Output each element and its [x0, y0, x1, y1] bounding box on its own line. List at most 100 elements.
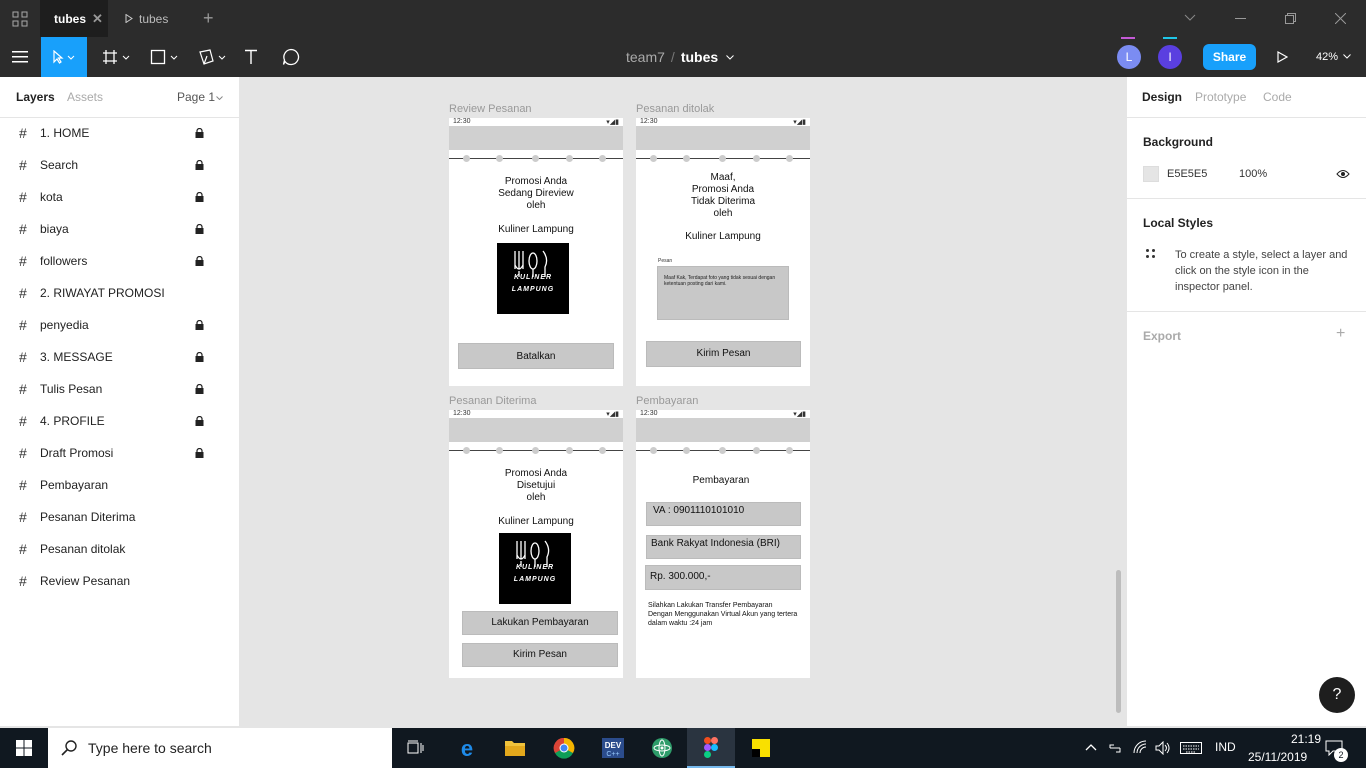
kirim-pesan-button[interactable]: Kirim Pesan: [646, 341, 801, 367]
minimize-icon[interactable]: [1235, 18, 1246, 20]
taskbar-app-devc[interactable]: DEV C++: [589, 728, 637, 768]
bank-field[interactable]: Bank Rakyat Indonesia (BRI): [646, 535, 801, 559]
file-name[interactable]: tubes: [681, 49, 718, 65]
layer-row[interactable]: # followers: [0, 245, 240, 277]
tab-prototype[interactable]: Prototype: [1195, 90, 1246, 104]
pesan-textarea[interactable]: Maaf Kak, Terdapat foto yang tidak sesua…: [657, 266, 789, 320]
add-export-icon[interactable]: +: [1336, 325, 1345, 343]
clock-date[interactable]: 25/11/2019: [1248, 750, 1307, 764]
main-menu-button[interactable]: [0, 37, 40, 77]
frame-pembayaran[interactable]: 12:30 ▾◢▮ Pembayaran VA : 0901110101010 B…: [636, 410, 810, 678]
layer-row[interactable]: #4. PROFILE: [0, 405, 240, 437]
layer-row[interactable]: #1. HOME: [0, 117, 240, 149]
lock-icon[interactable]: [195, 383, 204, 394]
taskbar-app-sticky-notes[interactable]: [737, 728, 785, 768]
layer-row[interactable]: # Pesanan Diterima: [0, 501, 240, 533]
tab-code[interactable]: Code: [1263, 90, 1292, 104]
lock-icon[interactable]: [195, 191, 204, 202]
present-play-icon[interactable]: [1277, 51, 1288, 63]
restore-icon[interactable]: [1285, 13, 1296, 24]
shape-tool-button[interactable]: [142, 37, 188, 77]
layer-row[interactable]: #2. RIWAYAT PROMOSI: [0, 277, 240, 309]
keyboard-icon[interactable]: [1180, 742, 1202, 754]
lock-icon[interactable]: [195, 415, 204, 426]
chevron-down-icon[interactable]: [1343, 54, 1351, 59]
layer-row[interactable]: # Search: [0, 149, 240, 181]
layer-row[interactable]: # biaya: [0, 213, 240, 245]
frame-label-review-pesanan[interactable]: Review Pesanan: [449, 103, 532, 115]
team-name[interactable]: team7: [626, 49, 665, 65]
notification-count-badge[interactable]: 2: [1334, 748, 1348, 762]
frame-pesanan-ditolak[interactable]: 12:30 ▾◢▮ Maaf, Promosi Anda Tidak Diteri…: [636, 118, 810, 386]
close-tab-icon[interactable]: ✕: [92, 11, 103, 27]
tab-layers[interactable]: Layers: [16, 90, 55, 104]
input-language[interactable]: IND: [1215, 740, 1236, 754]
taskbar-app-edge[interactable]: e: [443, 728, 491, 768]
clock-time[interactable]: 21:19: [1291, 732, 1321, 746]
taskbar-app-file-explorer[interactable]: [491, 728, 539, 768]
lakukan-pembayaran-button[interactable]: Lakukan Pembayaran: [462, 611, 618, 635]
canvas[interactable]: Review Pesanan 12:30 ▾◢▮ Promosi Anda Sed…: [241, 77, 1126, 726]
lock-icon[interactable]: [195, 255, 204, 266]
share-button[interactable]: Share: [1203, 44, 1256, 70]
layer-row[interactable]: # Review Pesanan: [0, 565, 240, 597]
chevron-down-icon[interactable]: [1184, 14, 1196, 22]
background-color-swatch[interactable]: [1143, 166, 1159, 182]
layer-row[interactable]: # Pembayaran: [0, 469, 240, 501]
frame-label-pesanan-ditolak[interactable]: Pesanan ditolak: [636, 103, 714, 115]
avatar[interactable]: I: [1158, 45, 1182, 69]
tab-tubes-prototype[interactable]: tubes: [120, 0, 192, 37]
page-selector[interactable]: Page 1: [177, 90, 215, 104]
background-opacity-input[interactable]: 100%: [1239, 168, 1267, 180]
amount-field[interactable]: Rp. 300.000,-: [645, 565, 801, 590]
frame-label-pesanan-diterima[interactable]: Pesanan Diterima: [449, 395, 536, 407]
tab-design[interactable]: Design: [1142, 90, 1182, 104]
layer-row[interactable]: #3. MESSAGE: [0, 341, 240, 373]
layer-row[interactable]: # Pesanan ditolak: [0, 533, 240, 565]
wifi-icon[interactable]: [1133, 740, 1149, 754]
tab-assets[interactable]: Assets: [67, 90, 103, 104]
lock-icon[interactable]: [195, 159, 204, 170]
lock-icon[interactable]: [195, 319, 204, 330]
canvas-scrollbar[interactable]: [1116, 570, 1121, 713]
background-hex-input[interactable]: E5E5E5: [1167, 168, 1207, 180]
status-icons: ▾◢▮: [793, 411, 806, 418]
home-grid-icon[interactable]: [12, 11, 28, 27]
network-plug-icon[interactable]: [1108, 741, 1122, 755]
comment-tool-button[interactable]: [268, 37, 314, 77]
add-tab-icon[interactable]: +: [203, 8, 214, 29]
help-button[interactable]: ?: [1319, 677, 1355, 713]
start-button[interactable]: [0, 728, 48, 768]
close-window-icon[interactable]: [1335, 13, 1346, 24]
chevron-down-icon[interactable]: [726, 55, 734, 60]
va-field[interactable]: VA : 0901110101010: [646, 502, 801, 526]
tab-tubes-design[interactable]: tubes ✕: [40, 0, 108, 37]
layer-row[interactable]: # kota: [0, 181, 240, 213]
batalkan-button[interactable]: Batalkan: [458, 343, 614, 369]
taskbar-app-atom[interactable]: [638, 728, 686, 768]
frame-label-pembayaran[interactable]: Pembayaran: [636, 395, 698, 407]
frame-review-pesanan[interactable]: 12:30 ▾◢▮ Promosi Anda Sedang Direview ol…: [449, 118, 623, 386]
chevron-down-icon[interactable]: [216, 96, 223, 100]
eye-icon[interactable]: [1336, 169, 1350, 179]
move-tool-button[interactable]: [41, 37, 87, 77]
show-hidden-icons-chevron-icon[interactable]: [1085, 743, 1097, 751]
zoom-level[interactable]: 42%: [1316, 51, 1338, 63]
avatar[interactable]: L: [1117, 45, 1141, 69]
taskbar-search-box[interactable]: Type here to search: [48, 728, 392, 768]
lock-icon[interactable]: [195, 447, 204, 458]
layer-row[interactable]: # penyedia: [0, 309, 240, 341]
frame-tool-button[interactable]: [94, 37, 140, 77]
layer-row[interactable]: # Draft Promosi: [0, 437, 240, 469]
lock-icon[interactable]: [195, 127, 204, 138]
taskbar-app-figma[interactable]: [687, 728, 735, 768]
breadcrumb[interactable]: team7 / tubes: [626, 49, 734, 65]
task-view-button[interactable]: [392, 728, 440, 768]
volume-icon[interactable]: [1155, 741, 1171, 755]
lock-icon[interactable]: [195, 223, 204, 234]
kirim-pesan-button[interactable]: Kirim Pesan: [462, 643, 618, 667]
layer-row[interactable]: # Tulis Pesan: [0, 373, 240, 405]
frame-pesanan-diterima[interactable]: 12:30 ▾◢▮ Promosi Anda Disetujui oleh Kul…: [449, 410, 623, 678]
lock-icon[interactable]: [195, 351, 204, 362]
taskbar-app-chrome[interactable]: [540, 728, 588, 768]
